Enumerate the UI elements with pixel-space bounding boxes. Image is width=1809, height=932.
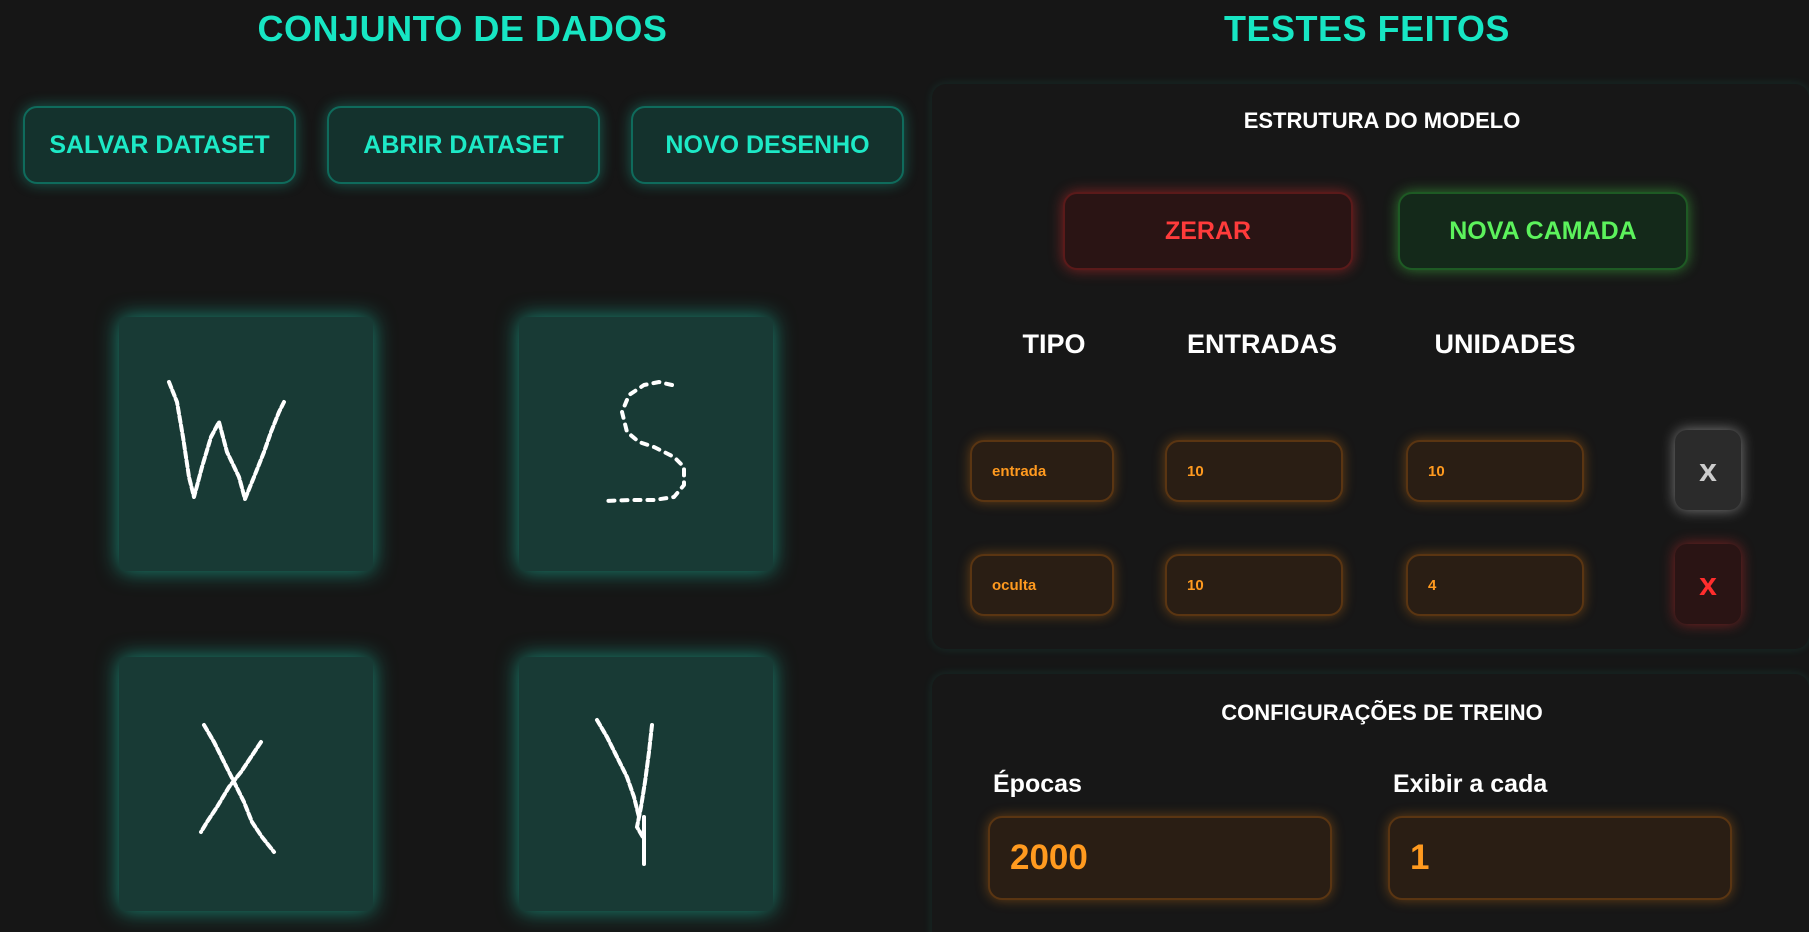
layer-units-field[interactable]: 10 <box>1406 440 1584 502</box>
drawing-w <box>167 380 286 501</box>
sample-tile-w[interactable] <box>119 317 373 571</box>
column-units-header: UNIDADES <box>1434 329 1576 359</box>
drawing-x <box>199 723 276 854</box>
column-type-header: TIPO <box>1022 329 1086 359</box>
sample-tile-x[interactable] <box>119 657 373 911</box>
display-every-label: Exibir a cada <box>1393 770 1548 798</box>
layer-type-field[interactable]: oculta <box>970 554 1114 616</box>
training-config-title: CONFIGURAÇÕES DE TREINO <box>1221 700 1543 725</box>
drawing-y <box>595 718 654 866</box>
sample-tile-s[interactable] <box>519 317 773 571</box>
layer-inputs-field[interactable]: 10 <box>1165 554 1343 616</box>
layer-units-field[interactable]: 4 <box>1406 554 1584 616</box>
epochs-label: Épocas <box>993 770 1082 798</box>
layer-type-field[interactable]: entrada <box>970 440 1114 502</box>
save-dataset-button[interactable]: SALVAR DATASET <box>23 106 296 184</box>
drawing-s <box>602 380 686 503</box>
column-inputs-header: ENTRADAS <box>1186 329 1337 359</box>
open-dataset-button[interactable]: ABRIR DATASET <box>327 106 600 184</box>
reset-button[interactable]: ZERAR <box>1063 192 1353 270</box>
sample-tile-y[interactable] <box>519 657 773 911</box>
dataset-title: CONJUNTO DE DADOS <box>257 8 668 49</box>
delete-layer-button[interactable]: x <box>1675 430 1741 510</box>
delete-layer-button[interactable]: x <box>1675 544 1741 624</box>
model-structure-title: ESTRUTURA DO MODELO <box>1243 108 1521 133</box>
epochs-input[interactable]: 2000 <box>988 816 1332 900</box>
model-structure-panel: ESTRUTURA DO MODELO ZERAR NOVA CAMADA TI… <box>932 84 1809 649</box>
new-layer-button[interactable]: NOVA CAMADA <box>1398 192 1688 270</box>
display-every-input[interactable]: 1 <box>1388 816 1732 900</box>
new-drawing-button[interactable]: NOVO DESENHO <box>631 106 904 184</box>
layer-inputs-field[interactable]: 10 <box>1165 440 1343 502</box>
tests-title: TESTES FEITOS <box>1224 8 1510 49</box>
training-config-panel: CONFIGURAÇÕES DE TREINO Épocas 2000 Exib… <box>932 674 1809 932</box>
